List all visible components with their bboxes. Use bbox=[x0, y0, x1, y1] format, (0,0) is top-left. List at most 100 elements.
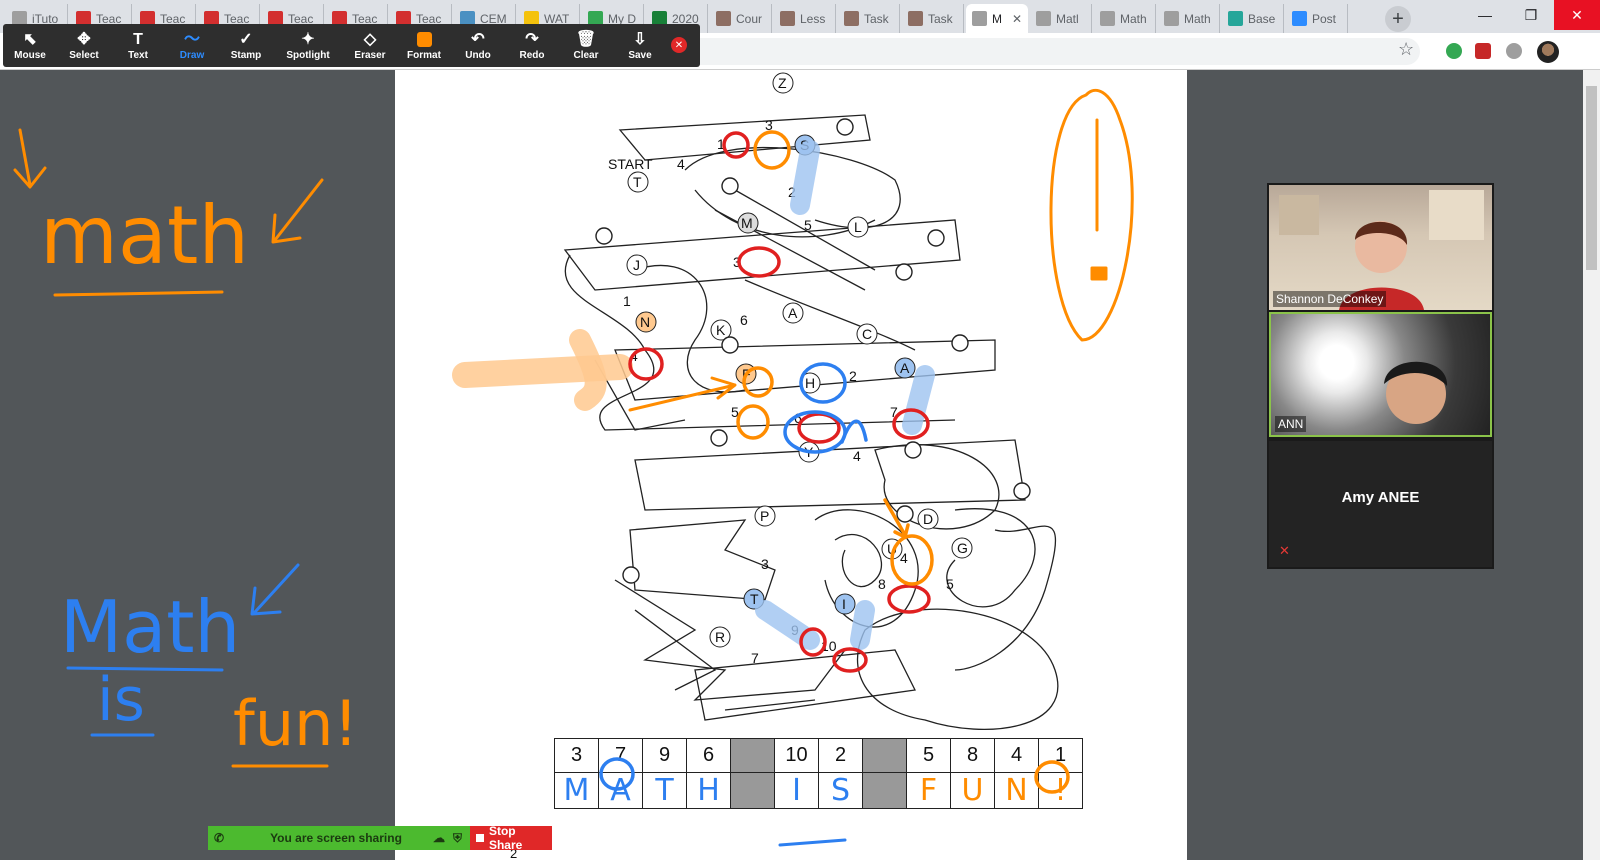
answer-cell: 1 bbox=[1038, 738, 1083, 773]
tab-close-icon[interactable]: ✕ bbox=[1012, 12, 1022, 26]
answer-letters-row: M A T H I S F U N ! bbox=[554, 772, 1083, 809]
participant-name: ANN bbox=[1275, 416, 1307, 432]
tool-save[interactable]: ⇩ Save bbox=[613, 24, 667, 67]
browser-tab[interactable]: Matl bbox=[1030, 4, 1092, 33]
undo-icon: ↶ bbox=[471, 31, 485, 48]
smile-icon bbox=[1228, 11, 1243, 26]
balloon-j: J bbox=[626, 254, 648, 276]
globe-icon bbox=[1164, 11, 1179, 26]
svg-text:T: T bbox=[750, 591, 759, 607]
browser-tab[interactable]: Cour bbox=[710, 4, 772, 33]
browser-tab[interactable]: Base bbox=[1222, 4, 1284, 33]
tool-select[interactable]: ✥ Select bbox=[57, 24, 111, 67]
new-tab-button[interactable]: + bbox=[1385, 6, 1411, 32]
tool-undo[interactable]: ↶ Undo bbox=[451, 24, 505, 67]
balloon-l: L bbox=[847, 216, 869, 238]
mouse-icon: ⬉ bbox=[23, 31, 37, 48]
profile-avatar[interactable] bbox=[1537, 41, 1559, 63]
draw-icon: 〜 bbox=[183, 31, 200, 48]
tool-clear[interactable]: 🗑 Clear bbox=[559, 24, 613, 67]
tool-text[interactable]: T Text bbox=[111, 24, 165, 67]
svg-text:M: M bbox=[741, 215, 753, 231]
sharing-status[interactable]: ✆ You are screen sharing ☁ ⛨ bbox=[208, 826, 470, 850]
browser-tab[interactable]: Post bbox=[1286, 4, 1348, 33]
bookmark-star-icon[interactable]: ☆ bbox=[1398, 39, 1414, 60]
maximize-window-button[interactable]: ❐ bbox=[1508, 0, 1554, 30]
svg-text:Z: Z bbox=[778, 75, 787, 91]
tool-label: Draw bbox=[179, 50, 205, 61]
stop-signs bbox=[595, 118, 1031, 584]
tool-label: Undo bbox=[465, 50, 491, 61]
balloon-s: S bbox=[794, 134, 816, 156]
answer-letter: I bbox=[774, 772, 819, 809]
svg-text:T: T bbox=[633, 174, 642, 190]
scrollbar-thumb[interactable] bbox=[1586, 86, 1597, 270]
video-tile-amy[interactable]: Amy ANEE ✕ bbox=[1269, 441, 1492, 567]
save-icon: ⇩ bbox=[633, 31, 647, 48]
svg-text:5: 5 bbox=[946, 576, 954, 592]
answer-letter: A bbox=[598, 772, 643, 809]
stop-share-label: Stop Share bbox=[488, 824, 523, 852]
tool-label: Spotlight bbox=[286, 50, 330, 61]
browser-tab[interactable]: Task bbox=[838, 4, 900, 33]
tool-draw[interactable]: 〜 Draw bbox=[165, 24, 219, 67]
extension-puzzle-icon[interactable] bbox=[1506, 43, 1522, 59]
browser-tab[interactable]: Math bbox=[1094, 4, 1156, 33]
close-annotation-toolbar-icon[interactable]: ✕ bbox=[671, 37, 687, 53]
minimize-window-button[interactable]: — bbox=[1462, 0, 1508, 30]
close-window-button[interactable]: ✕ bbox=[1554, 0, 1600, 30]
balloon-u: U bbox=[881, 538, 903, 560]
tab-title: M bbox=[992, 11, 1002, 26]
format-color-swatch bbox=[416, 32, 432, 47]
worksheet-page: START Z T S M L J N K A C F H A Y P D U … bbox=[395, 70, 1187, 860]
svg-text:3: 3 bbox=[761, 556, 769, 572]
tool-format[interactable]: Format bbox=[397, 24, 451, 67]
video-tile-ann[interactable]: ANN bbox=[1269, 312, 1492, 437]
svg-text:10: 10 bbox=[821, 638, 837, 654]
doc-icon bbox=[844, 11, 859, 26]
svg-text:4: 4 bbox=[853, 448, 861, 464]
spotlight-icon: ✦ bbox=[301, 31, 315, 48]
tool-label: Save bbox=[628, 50, 652, 61]
ublock-extension-icon[interactable] bbox=[1475, 43, 1491, 59]
balloon-d: D bbox=[917, 508, 939, 530]
tab-title: Less bbox=[800, 11, 826, 26]
tool-stamp[interactable]: ✓ Stamp bbox=[219, 24, 273, 67]
svg-text:H: H bbox=[805, 375, 815, 391]
balloon-t-top: T bbox=[627, 171, 649, 193]
tab-title: Post bbox=[1312, 11, 1337, 26]
doc-icon bbox=[780, 11, 795, 26]
svg-text:A: A bbox=[900, 360, 910, 376]
video-panel: Shannon DeConkey ANN Amy ANEE ✕ bbox=[1267, 183, 1494, 569]
balloon-f: F bbox=[735, 363, 757, 385]
browser-tab[interactable]: Task bbox=[902, 4, 964, 33]
stop-share-button[interactable]: Stop Share bbox=[470, 824, 552, 852]
video-tile-teacher[interactable]: Shannon DeConkey bbox=[1269, 185, 1492, 310]
answer-cell-blank bbox=[730, 738, 775, 773]
tool-redo[interactable]: ↷ Redo bbox=[505, 24, 559, 67]
balloon-z: Z bbox=[772, 72, 794, 94]
answer-cell: 8 bbox=[950, 738, 995, 773]
answer-cell: 4 bbox=[994, 738, 1039, 773]
svg-text:A: A bbox=[788, 305, 798, 321]
tool-label: Select bbox=[69, 50, 99, 61]
select-icon: ✥ bbox=[77, 31, 91, 48]
cloud-icon: ☁ bbox=[432, 831, 445, 845]
browser-tab[interactable]: Less bbox=[774, 4, 836, 33]
browser-tab[interactable]: M ✕ bbox=[966, 4, 1028, 33]
tool-spotlight[interactable]: ✦ Spotlight bbox=[273, 24, 343, 67]
svg-text:3: 3 bbox=[733, 254, 741, 270]
arrow-stroke bbox=[13, 128, 47, 189]
svg-text:6: 6 bbox=[794, 410, 802, 426]
screen-sharing-bar: ✆ You are screen sharing ☁ ⛨ Stop Share bbox=[208, 824, 552, 852]
tool-mouse[interactable]: ⬉ Mouse bbox=[3, 24, 57, 67]
tool-label: Eraser bbox=[354, 50, 386, 61]
tool-eraser[interactable]: ◇ Eraser bbox=[343, 24, 397, 67]
answer-cell: 3 bbox=[554, 738, 599, 773]
arrow-stroke bbox=[271, 178, 324, 244]
svg-text:N: N bbox=[640, 314, 650, 330]
shield-icon: ⛨ bbox=[452, 830, 462, 845]
extension-green-icon[interactable] bbox=[1446, 43, 1462, 59]
tab-title: Task bbox=[928, 11, 953, 26]
browser-tab[interactable]: Math bbox=[1158, 4, 1220, 33]
